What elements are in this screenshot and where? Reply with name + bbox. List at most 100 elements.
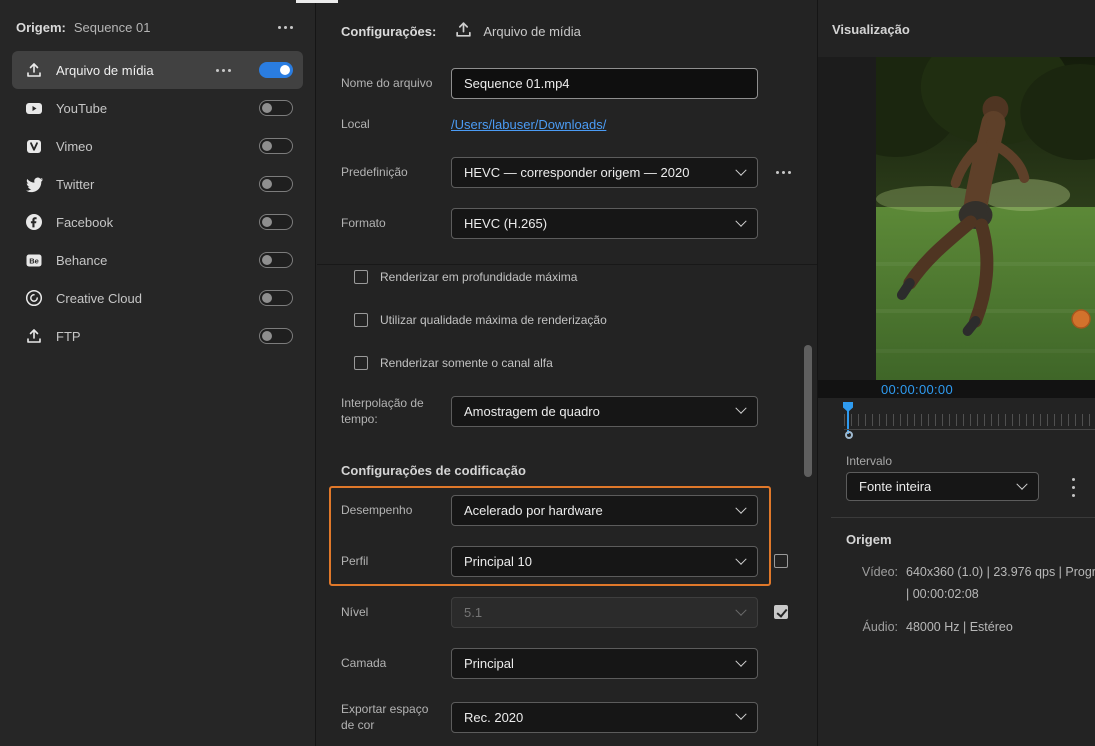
settings-title: Configurações:	[341, 24, 436, 39]
media-file-icon	[24, 61, 44, 79]
chevron-down-icon	[735, 164, 746, 175]
chevron-down-icon	[735, 604, 746, 615]
range-label: Intervalo	[846, 454, 892, 468]
sidebar-item-creative-cloud[interactable]: Creative Cloud	[12, 279, 303, 317]
video-info-value-line1: 640x360 (1.0) | 23.976 qps | Progre	[906, 565, 1095, 579]
preview-divider	[831, 517, 1095, 518]
creative-cloud-toggle[interactable]	[259, 290, 293, 306]
render-alpha-only-checkbox[interactable]	[354, 356, 368, 370]
range-options-icon[interactable]	[1070, 476, 1077, 499]
tier-label: Camada	[341, 655, 451, 671]
time-interpolation-dropdown[interactable]: Amostragem de quadro	[451, 396, 758, 427]
video-preview	[876, 57, 1095, 380]
settings-scrollbar[interactable]	[804, 345, 812, 477]
preset-more-options-icon[interactable]	[772, 167, 795, 178]
chevron-down-icon	[735, 655, 746, 666]
sidebar-item-media-file[interactable]: Arquivo de mídia	[12, 51, 303, 89]
preset-dropdown[interactable]: HEVC — corresponder origem — 2020	[451, 157, 758, 188]
level-value: 5.1	[464, 605, 482, 620]
sidebar-item-twitter[interactable]: Twitter	[12, 165, 303, 203]
sidebar-item-vimeo[interactable]: Vimeo	[12, 127, 303, 165]
current-timecode: 00:00:00:00	[881, 382, 953, 397]
preview-panel: Visualização	[817, 0, 1095, 746]
range-in-handle[interactable]	[845, 431, 853, 439]
format-row: Formato HEVC (H.265)	[341, 208, 758, 239]
audio-info-label: Áudio:	[832, 620, 898, 634]
filename-input[interactable]	[451, 68, 758, 99]
performance-dropdown[interactable]: Acelerado por hardware	[451, 495, 758, 526]
location-link[interactable]: /Users/labuser/Downloads/	[451, 117, 606, 132]
video-info-value-line2: | 00:00:02:08	[906, 587, 1095, 601]
twitter-toggle[interactable]	[259, 176, 293, 192]
preview-title: Visualização	[832, 22, 910, 37]
settings-panel: Configurações: Arquivo de mídia Nome do …	[317, 0, 817, 746]
colorspace-dropdown[interactable]: Rec. 2020	[451, 702, 758, 733]
max-render-quality-row[interactable]: Utilizar qualidade máxima de renderizaçã…	[354, 313, 607, 327]
render-alpha-only-row[interactable]: Renderizar somente o canal alfa	[354, 356, 553, 370]
media-file-more-options-icon[interactable]	[212, 65, 235, 76]
tier-value: Principal	[464, 656, 514, 671]
chevron-down-icon	[735, 709, 746, 720]
timeline-ruler[interactable]	[844, 414, 1095, 426]
sidebar-item-behance[interactable]: Be Behance	[12, 241, 303, 279]
chevron-down-icon	[735, 403, 746, 414]
format-value: HEVC (H.265)	[464, 216, 547, 231]
performance-label: Desempenho	[341, 502, 451, 518]
behance-icon: Be	[24, 251, 44, 269]
profile-row: Perfil Principal 10	[341, 546, 758, 577]
format-dropdown[interactable]: HEVC (H.265)	[451, 208, 758, 239]
sidebar-item-label: Twitter	[56, 177, 94, 192]
timeline-baseline	[844, 429, 1095, 430]
facebook-toggle[interactable]	[259, 214, 293, 230]
svg-text:Be: Be	[29, 256, 39, 265]
sidebar-item-label: Creative Cloud	[56, 291, 142, 306]
ftp-toggle[interactable]	[259, 328, 293, 344]
vimeo-toggle[interactable]	[259, 138, 293, 154]
range-value: Fonte inteira	[859, 479, 931, 494]
media-file-toggle[interactable]	[259, 62, 293, 78]
time-interpolation-value: Amostragem de quadro	[464, 404, 600, 419]
section-divider	[317, 264, 817, 265]
sidebar-item-label: Arquivo de mídia	[56, 63, 154, 78]
source-more-options-icon[interactable]	[274, 22, 297, 33]
colorspace-value: Rec. 2020	[464, 710, 523, 725]
sidebar-item-youtube[interactable]: YouTube	[12, 89, 303, 127]
render-max-depth-checkbox[interactable]	[354, 270, 368, 284]
youtube-toggle[interactable]	[259, 100, 293, 116]
tier-dropdown[interactable]: Principal	[451, 648, 758, 679]
sidebar-item-label: Vimeo	[56, 139, 93, 154]
max-render-quality-label: Utilizar qualidade máxima de renderizaçã…	[380, 313, 607, 327]
facebook-icon	[24, 213, 44, 231]
ftp-icon	[24, 327, 44, 345]
level-side-checkbox[interactable]	[774, 605, 788, 619]
creative-cloud-icon	[24, 289, 44, 307]
filename-row: Nome do arquivo	[341, 68, 758, 99]
render-alpha-only-label: Renderizar somente o canal alfa	[380, 356, 553, 370]
format-label: Formato	[341, 215, 451, 231]
sidebar-item-ftp[interactable]: FTP	[12, 317, 303, 355]
destination-list: Arquivo de mídia YouTube Vimeo	[0, 47, 315, 355]
chevron-down-icon	[735, 553, 746, 564]
preview-area	[818, 57, 1095, 380]
time-interpolation-label: Interpolação de tempo:	[341, 395, 451, 427]
profile-side-checkbox[interactable]	[774, 554, 788, 568]
profile-value: Principal 10	[464, 554, 532, 569]
media-file-icon	[454, 20, 473, 42]
audio-info-value: 48000 Hz | Estéreo	[906, 620, 1095, 634]
chevron-down-icon	[735, 215, 746, 226]
behance-toggle[interactable]	[259, 252, 293, 268]
sidebar-item-facebook[interactable]: Facebook	[12, 203, 303, 241]
range-dropdown[interactable]: Fonte inteira	[846, 472, 1039, 501]
render-max-depth-row[interactable]: Renderizar em profundidade máxima	[354, 270, 577, 284]
source-panel-title: Origem:	[16, 20, 66, 35]
settings-destination-name: Arquivo de mídia	[483, 24, 581, 39]
preset-value: HEVC — corresponder origem — 2020	[464, 165, 689, 180]
max-render-quality-checkbox[interactable]	[354, 313, 368, 327]
location-label: Local	[341, 116, 451, 132]
sidebar-item-label: YouTube	[56, 101, 107, 116]
sidebar-item-label: FTP	[56, 329, 81, 344]
active-tab-indicator	[296, 0, 338, 3]
source-info-title: Origem	[846, 532, 892, 547]
youtube-icon	[24, 99, 44, 117]
profile-dropdown[interactable]: Principal 10	[451, 546, 758, 577]
